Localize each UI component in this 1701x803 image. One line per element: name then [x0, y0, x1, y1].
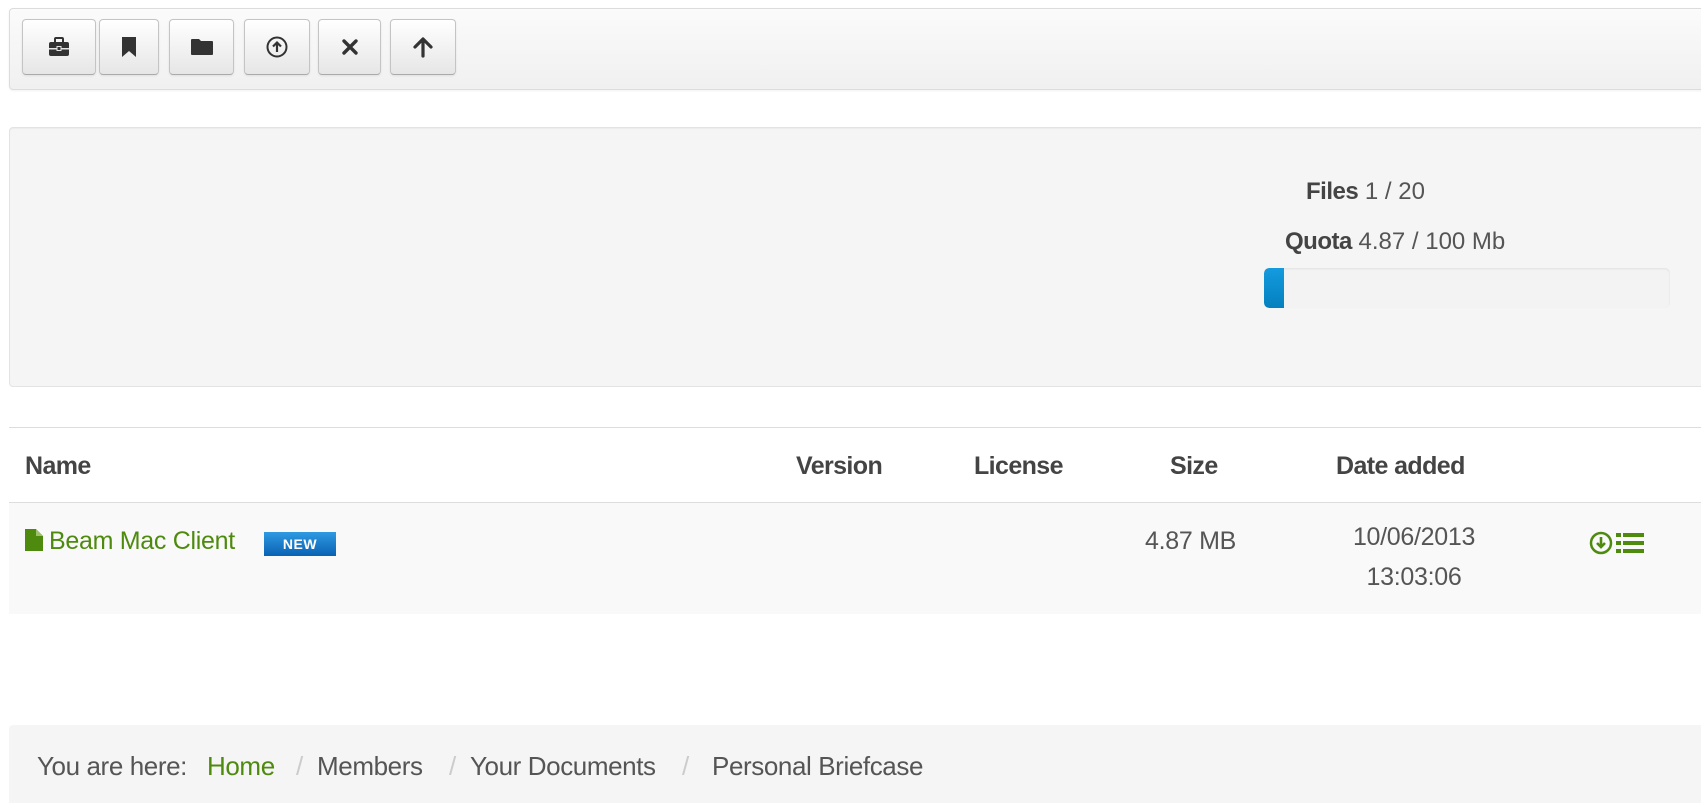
- breadcrumb-your-documents[interactable]: Your Documents: [470, 751, 656, 782]
- folder-button[interactable]: [169, 19, 234, 75]
- table-row: Beam Mac Client NEW 4.87 MB 10/06/2013 1…: [9, 503, 1701, 614]
- breadcrumb-members[interactable]: Members: [317, 751, 423, 782]
- quota-progress-bar: [1264, 268, 1670, 308]
- breadcrumb-separator: /: [682, 751, 690, 781]
- quota-value: 4.87 / 100 Mb: [1358, 228, 1506, 255]
- bookmark-button[interactable]: [99, 19, 159, 75]
- column-version-header[interactable]: Version: [796, 452, 883, 481]
- file-time: 13:03:06: [1366, 563, 1462, 591]
- breadcrumb: You are here: Home / Members / Your Docu…: [9, 725, 1701, 803]
- toolbar: [9, 8, 1701, 90]
- file-date: 10/06/2013: [1352, 523, 1476, 551]
- column-name-header[interactable]: Name: [25, 452, 91, 481]
- quota-panel: [9, 127, 1701, 387]
- details-action[interactable]: [1616, 532, 1644, 561]
- upload-button[interactable]: [244, 19, 310, 75]
- breadcrumb-prefix: You are here:: [37, 751, 187, 781]
- parent-folder-button[interactable]: [390, 19, 456, 75]
- close-icon: [341, 38, 359, 56]
- details-list-icon: [1616, 532, 1644, 560]
- upload-circle-icon: [266, 36, 288, 58]
- quota-progress-fill: [1264, 268, 1284, 308]
- column-date-header[interactable]: Date added: [1336, 452, 1465, 481]
- folder-icon: [190, 38, 214, 56]
- file-date-added: 10/06/2013 13:03:06: [1324, 517, 1504, 597]
- files-label: Files: [1306, 178, 1359, 205]
- bookmark-icon: [121, 36, 137, 58]
- breadcrumb-home[interactable]: Home: [207, 751, 275, 782]
- briefcase-button[interactable]: [22, 19, 96, 75]
- download-circle-icon: [1589, 531, 1613, 561]
- column-size-header[interactable]: Size: [1170, 452, 1218, 481]
- delete-button[interactable]: [318, 19, 381, 75]
- file-icon: [24, 528, 44, 559]
- breadcrumb-current: Personal Briefcase: [712, 751, 924, 781]
- column-license-header[interactable]: License: [974, 452, 1064, 481]
- breadcrumb-separator: /: [296, 751, 304, 781]
- table-header: Name Version License Size Date added: [9, 427, 1701, 503]
- new-badge: NEW: [264, 532, 336, 556]
- quota-usage: Quota 4.87 / 100 Mb: [1285, 228, 1505, 256]
- file-name-link[interactable]: Beam Mac Client: [49, 527, 235, 556]
- download-action[interactable]: [1589, 531, 1613, 562]
- file-size: 4.87 MB: [1145, 527, 1237, 555]
- briefcase-icon: [48, 37, 70, 57]
- files-count: Files 1 / 20: [1306, 178, 1425, 206]
- breadcrumb-separator: /: [449, 751, 457, 781]
- files-value: 1 / 20: [1364, 178, 1425, 205]
- quota-label: Quota: [1285, 228, 1352, 255]
- arrow-up-icon: [412, 36, 434, 58]
